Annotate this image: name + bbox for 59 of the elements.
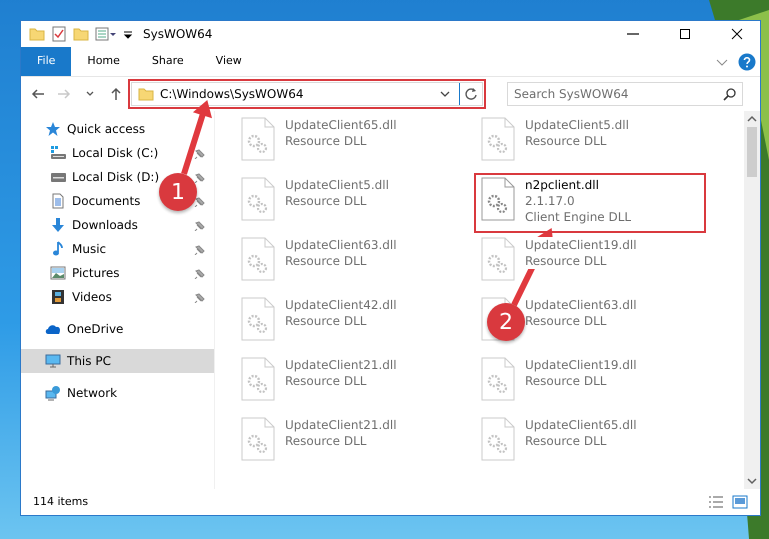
scroll-down-icon[interactable]: [747, 477, 757, 485]
search-field[interactable]: Search SysWOW64: [507, 82, 743, 106]
sidebar-item[interactable]: OneDrive: [45, 317, 124, 341]
ribbon-tab[interactable]: View: [200, 47, 258, 76]
file-name[interactable]: UpdateClient63.dll: [525, 297, 637, 313]
document-icon: [50, 193, 66, 209]
address-bar[interactable]: C:\Windows\SysWOW64: [131, 82, 483, 106]
file-item[interactable]: n2pclient.dll 2.1.17.0 Client Engine DLL: [475, 174, 705, 232]
file-name[interactable]: UpdateClient19.dll: [525, 237, 637, 253]
sidebar-item[interactable]: Music: [50, 237, 106, 261]
maximize-icon: [679, 28, 691, 40]
download-arrow-icon: [50, 217, 66, 233]
drive-icon: [50, 145, 66, 161]
sidebar-item[interactable]: Network: [45, 381, 118, 405]
properties-icon[interactable]: [95, 26, 117, 42]
file-name[interactable]: UpdateClient5.dll: [525, 117, 629, 133]
file-name[interactable]: UpdateClient21.dll: [285, 357, 397, 373]
file-name[interactable]: UpdateClient63.dll: [285, 237, 397, 253]
checklist-icon[interactable]: [51, 26, 67, 42]
file-description: Resource DLL: [525, 253, 606, 269]
large-icons-view-icon[interactable]: [732, 495, 748, 509]
sidebar-item[interactable]: Quick access: [45, 117, 146, 141]
file-menu-button[interactable]: File: [21, 47, 72, 76]
sidebar-item[interactable]: Pictures: [50, 261, 120, 285]
file-name[interactable]: UpdateClient65.dll: [525, 417, 637, 433]
folder-icon: [138, 86, 154, 102]
film-strip-icon: [50, 289, 66, 305]
monitor-icon: [45, 353, 61, 369]
file-name[interactable]: UpdateClient42.dll: [285, 297, 397, 313]
file-name[interactable]: UpdateClient19.dll: [525, 357, 637, 373]
scrollbar-thumb[interactable]: [747, 127, 757, 177]
file-name[interactable]: UpdateClient5.dll: [285, 177, 389, 193]
scrollbar[interactable]: [744, 111, 760, 489]
item-count: 114 items: [33, 494, 88, 510]
network-icon: [45, 385, 61, 401]
sidebar-item[interactable]: Local Disk (D:): [50, 165, 160, 189]
sidebar-item[interactable]: Local Disk (C:): [50, 141, 158, 165]
sidebar-item[interactable]: This PC: [21, 349, 214, 373]
sidebar-item[interactable]: Videos: [50, 285, 112, 309]
sidebar-item[interactable]: Documents: [50, 189, 140, 213]
file-name[interactable]: n2pclient.dll: [525, 177, 599, 193]
close-icon: [731, 28, 743, 40]
file-name[interactable]: UpdateClient21.dll: [285, 417, 397, 433]
scroll-up-icon[interactable]: [747, 115, 757, 123]
ribbon-tab[interactable]: Share: [136, 47, 200, 76]
sidebar-item[interactable]: Downloads: [50, 213, 138, 237]
music-note-icon: [50, 241, 66, 257]
search-icon: [723, 88, 736, 101]
window-title: SysWOW64: [143, 26, 212, 43]
ribbon-tab[interactable]: Home: [71, 47, 136, 76]
file-description: Client Engine DLL: [525, 209, 632, 225]
file-name[interactable]: UpdateClient65.dll: [285, 117, 397, 133]
minimize-icon: [627, 33, 639, 35]
picture-icon: [50, 265, 66, 281]
help-icon[interactable]: [738, 52, 756, 70]
refresh-icon[interactable]: [464, 87, 478, 101]
dll-file-icon: [481, 177, 515, 221]
details-view-icon[interactable]: [708, 495, 724, 509]
star-icon: [45, 121, 61, 137]
